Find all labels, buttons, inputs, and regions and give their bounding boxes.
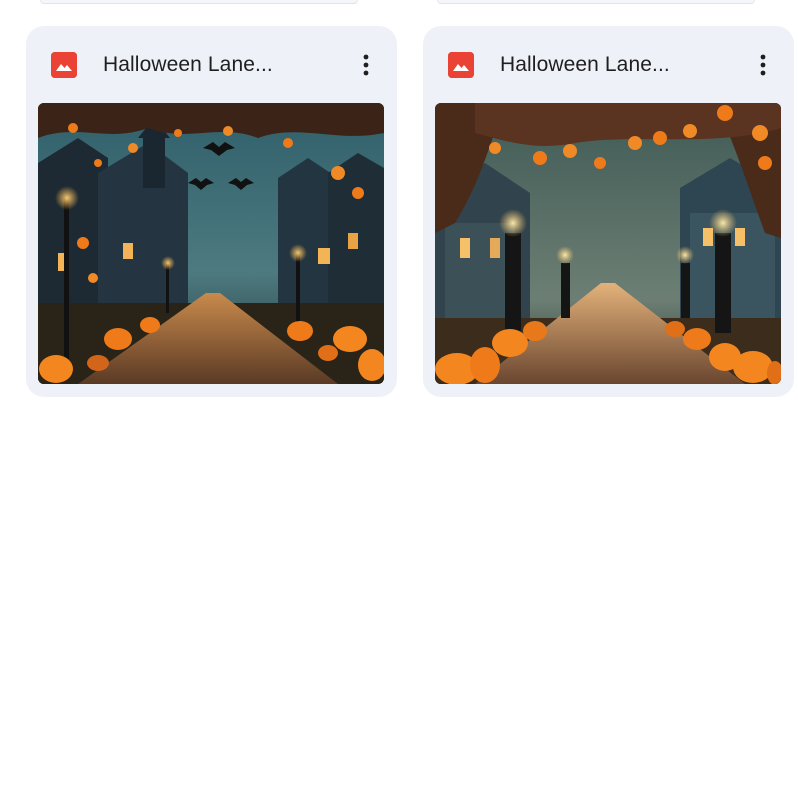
more-options-button[interactable] xyxy=(349,48,383,82)
file-card-header: Halloween Lane... xyxy=(26,26,397,104)
previous-row-card-edge xyxy=(40,0,358,4)
image-file-icon xyxy=(448,52,474,78)
more-options-button[interactable] xyxy=(746,48,780,82)
more-vert-icon xyxy=(363,54,369,76)
file-thumbnail[interactable] xyxy=(435,103,781,384)
previous-row-card-edge xyxy=(437,0,755,4)
file-name: Halloween Lane... xyxy=(103,53,273,76)
more-vert-icon xyxy=(760,54,766,76)
file-card[interactable]: Halloween Lane... xyxy=(423,26,794,397)
file-card-header: Halloween Lane... xyxy=(423,26,794,104)
file-card[interactable]: Halloween Lane... xyxy=(26,26,397,397)
image-file-icon xyxy=(51,52,77,78)
file-thumbnail[interactable] xyxy=(38,103,384,384)
file-name: Halloween Lane... xyxy=(500,53,670,76)
file-grid: Halloween Lane... Halloween Lane... xyxy=(0,0,798,810)
